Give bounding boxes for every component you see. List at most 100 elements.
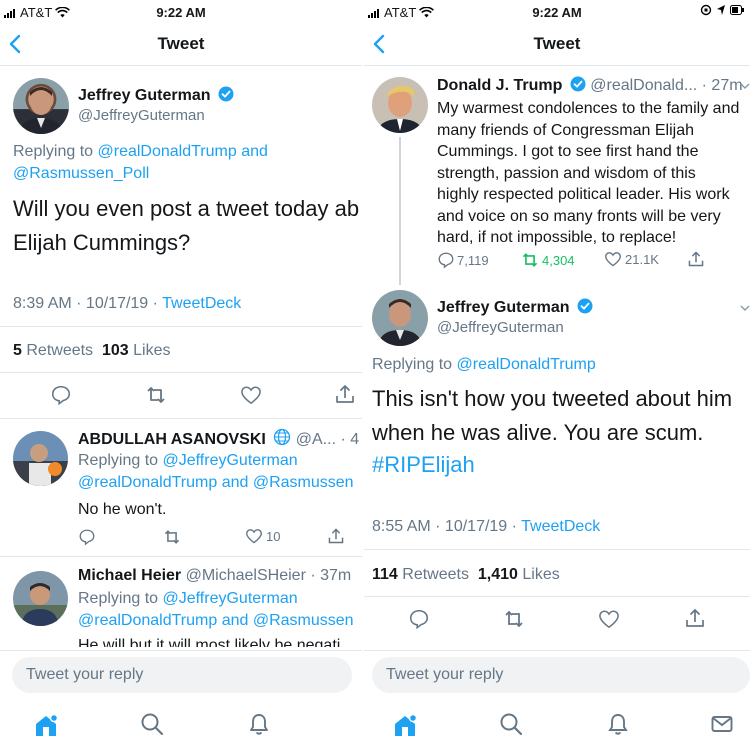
divider: [364, 650, 750, 651]
parent-author-name[interactable]: Donald J. Trump: [437, 77, 562, 94]
mention-link[interactable]: @Rasmussen_Poll: [13, 165, 149, 183]
search-icon[interactable]: [140, 712, 164, 736]
avatar[interactable]: [13, 431, 68, 486]
reply-input[interactable]: Tweet your reply: [12, 657, 352, 693]
retweet-icon[interactable]: [144, 384, 168, 406]
tweet-timestamp-row: 8:39 AM · 10/17/19 · TweetDeck: [13, 295, 241, 313]
home-icon[interactable]: [33, 712, 59, 738]
hashtag-link[interactable]: #RIPElijah: [372, 452, 475, 478]
tweet-timestamp: 8:39 AM · 10/17/19 ·: [13, 295, 163, 312]
parent-reply-action[interactable]: 7,119: [437, 251, 489, 269]
status-time: 9:22 AM: [156, 5, 206, 20]
like-count: 21.1K: [625, 251, 659, 267]
parent-text-line: strength, passion and wisdom of this: [437, 164, 696, 182]
mention-link[interactable]: @realDonaldTrump and @Rasmussen: [78, 474, 354, 492]
replying-prefix: Replying to: [78, 590, 159, 607]
retweet-icon[interactable]: [162, 528, 182, 546]
avatar[interactable]: [372, 77, 428, 133]
avatar[interactable]: [13, 78, 69, 134]
likes-label: Likes: [133, 342, 171, 359]
author-name-row[interactable]: Jeffrey Guterman: [437, 298, 593, 317]
mention-link[interactable]: @realDonaldTrump and @Rasmussen: [78, 612, 354, 630]
avatar-photo: [372, 290, 428, 346]
like-icon[interactable]: [598, 609, 620, 629]
tweet-stats[interactable]: 114 Retweets 1,410 Likes: [372, 566, 560, 584]
parent-text-line: and voice on so many fronts will be very: [437, 207, 721, 225]
reply-count: 7,119: [457, 252, 489, 268]
likes-count: 103: [101, 342, 129, 359]
author-name[interactable]: Jeffrey Guterman: [437, 299, 570, 316]
nav-title: Tweet: [157, 34, 205, 53]
search-icon[interactable]: [499, 712, 523, 736]
author-handle[interactable]: @JeffreyGuterman: [78, 107, 205, 124]
tweet-stats[interactable]: 5 Retweets 103 Likes: [13, 342, 170, 360]
divider: [0, 418, 362, 419]
like-icon[interactable]: [240, 385, 262, 405]
share-icon[interactable]: [687, 250, 705, 268]
author-handle[interactable]: @JeffreyGuterman: [437, 319, 564, 336]
like-icon: [605, 252, 621, 267]
reply-composer: Tweet your reply: [0, 654, 362, 698]
nav-bar: Tweet: [364, 24, 750, 66]
divider: [0, 556, 362, 557]
mention-link[interactable]: @JeffreyGuterman: [163, 452, 298, 469]
author-name[interactable]: Jeffrey Guterman: [78, 87, 211, 104]
verified-badge-icon: [577, 298, 593, 314]
status-bar: AT&T 9:22 AM: [364, 0, 750, 24]
parent-handle-time: @realDonald... · 27m: [590, 77, 743, 94]
likes-count: 1,410: [477, 566, 518, 583]
status-time: 9:22 AM: [532, 5, 582, 20]
reply-icon[interactable]: [78, 528, 96, 546]
messages-mail-icon[interactable]: [710, 712, 734, 736]
reply-header: Michael Heier @MichaelSHeier · 37m: [78, 567, 351, 585]
divider: [364, 549, 750, 550]
retweets-count: 5: [13, 342, 22, 359]
share-icon[interactable]: [684, 607, 706, 629]
retweet-icon[interactable]: [502, 608, 526, 630]
tab-bar: [364, 700, 750, 750]
divider: [0, 650, 362, 651]
mention-link[interactable]: @realDonaldTrump: [457, 356, 596, 373]
parent-like-action[interactable]: 21.1K: [604, 251, 659, 267]
nav-title: Tweet: [533, 34, 581, 53]
avatar-photo: [13, 431, 68, 486]
tweet-source-link[interactable]: TweetDeck: [521, 518, 600, 535]
parent-text-line: My warmest condolences to the family and: [437, 100, 740, 117]
reply-input[interactable]: Tweet your reply: [372, 657, 750, 693]
notifications-bell-icon[interactable]: [606, 712, 630, 736]
replying-prefix: Replying to: [13, 143, 94, 160]
mention-link[interactable]: @realDonaldTrump: [98, 143, 237, 160]
parent-text-line: Cummings. I got to see first hand the: [437, 143, 699, 160]
nav-bar: Tweet: [0, 24, 362, 66]
reply-text: He will but it will most likely be negat…: [78, 637, 341, 647]
reply-icon[interactable]: [408, 608, 430, 630]
chevron-down-icon[interactable]: [740, 82, 750, 90]
reply-like[interactable]: 10: [245, 528, 280, 544]
verified-badge-icon: [570, 76, 586, 92]
retweet-icon: [522, 253, 538, 267]
share-icon[interactable]: [334, 383, 356, 405]
reply-author-name[interactable]: Michael Heier: [78, 567, 181, 584]
author-name-row[interactable]: Jeffrey Guterman: [78, 86, 234, 105]
avatar[interactable]: [13, 571, 68, 626]
verified-badge-icon: [218, 86, 234, 102]
share-icon[interactable]: [327, 527, 345, 545]
left-screenshot: AT&T 9:22 AM Tweet Jeffrey Guterman @Jef…: [0, 0, 362, 750]
chevron-down-icon[interactable]: [740, 304, 750, 312]
parent-retweet-action[interactable]: 4,304: [520, 251, 575, 269]
avatar-photo: [13, 571, 68, 626]
tweet-timestamp-row: 8:55 AM · 10/17/19 · TweetDeck: [372, 518, 600, 536]
replying-prefix: Replying to: [78, 452, 159, 469]
reply-author-name[interactable]: ABDULLAH ASANOVSKI: [78, 431, 266, 448]
parent-text-line: highly respected political leader. His w…: [437, 186, 730, 203]
mention-link[interactable]: @JeffreyGuterman: [163, 590, 298, 607]
thread-connector-line: [399, 137, 401, 285]
notifications-bell-icon[interactable]: [247, 712, 271, 736]
reply-icon[interactable]: [50, 384, 72, 406]
tweet-text-line2: when he was alive. You are scum.: [372, 420, 704, 445]
tweet-text-line1: This isn't how you tweeted about him: [372, 386, 733, 411]
tweet-source-link[interactable]: TweetDeck: [162, 295, 241, 312]
replying-and[interactable]: and: [241, 143, 268, 160]
home-icon[interactable]: [392, 712, 418, 738]
avatar[interactable]: [372, 290, 428, 346]
